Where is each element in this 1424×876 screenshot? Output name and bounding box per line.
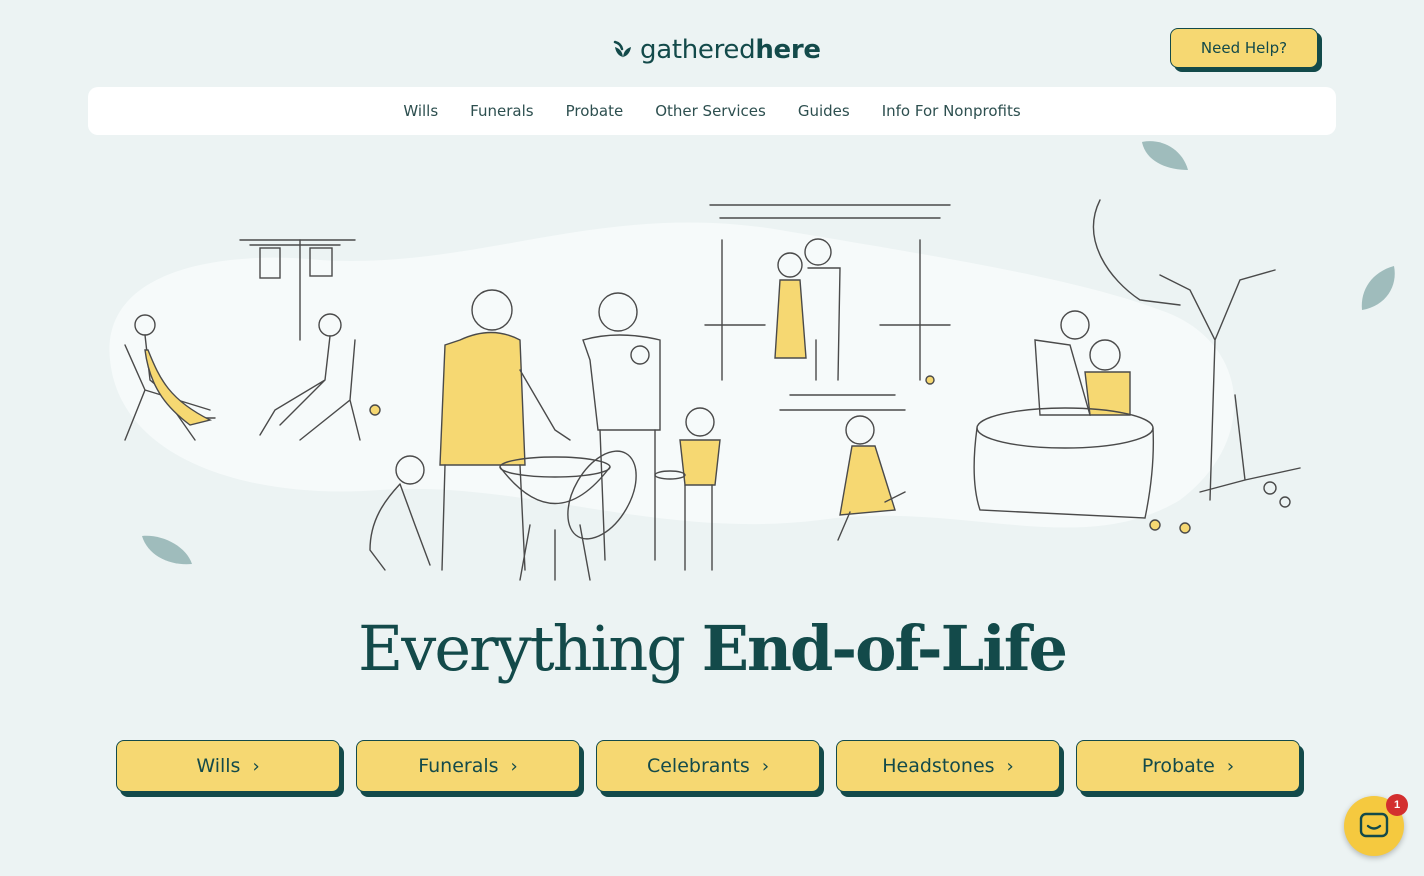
nav-item-probate[interactable]: Probate bbox=[566, 102, 624, 120]
service-buttons: Wills › Funerals › Celebrants › Headstones ›… bbox=[116, 740, 1300, 792]
cta-label: Probate bbox=[1141, 755, 1215, 777]
need-help-button[interactable]: Need Help? bbox=[1170, 28, 1318, 68]
cta-label: Celebrants bbox=[646, 755, 750, 777]
chevron-right-icon: › bbox=[252, 755, 260, 777]
site-logo[interactable]: gatheredhere bbox=[612, 34, 821, 66]
main-nav: Wills Funerals Probate Other Services Gu… bbox=[88, 87, 1336, 135]
title-regular: Everything bbox=[358, 612, 686, 685]
chevron-right-icon: › bbox=[1006, 755, 1014, 777]
logo-text: gatheredhere bbox=[640, 35, 821, 65]
nav-item-other-services[interactable]: Other Services bbox=[655, 102, 766, 120]
probate-button[interactable]: Probate › bbox=[1076, 740, 1300, 792]
title-bold: End-of-Life bbox=[701, 612, 1068, 685]
hero-illustration bbox=[109, 199, 1301, 581]
headstones-button[interactable]: Headstones › bbox=[836, 740, 1060, 792]
chevron-right-icon: › bbox=[761, 755, 770, 777]
nav-item-funerals[interactable]: Funerals bbox=[470, 102, 533, 120]
cta-label: Headstones bbox=[882, 755, 995, 777]
cta-label: Funerals bbox=[418, 755, 499, 777]
site-header: gatheredhere Need Help? bbox=[0, 0, 1424, 88]
logo-text-bold: here bbox=[755, 35, 821, 65]
leaf-sprout-icon bbox=[613, 40, 631, 59]
nav-item-guides[interactable]: Guides bbox=[798, 102, 850, 120]
nav-item-wills[interactable]: Wills bbox=[403, 102, 438, 120]
funerals-button[interactable]: Funerals › bbox=[356, 740, 580, 792]
chat-icon bbox=[1359, 812, 1389, 838]
logo-text-regular: gathered bbox=[640, 35, 756, 65]
chevron-right-icon: › bbox=[1226, 755, 1235, 777]
notification-badge: 1 bbox=[1386, 794, 1408, 816]
hero-background-blob bbox=[109, 222, 1235, 528]
page-title: Everything End-of-Life bbox=[0, 612, 1424, 685]
nav-item-info-for-nonprofits[interactable]: Info For Nonprofits bbox=[882, 102, 1021, 120]
celebrants-button[interactable]: Celebrants › bbox=[596, 740, 820, 792]
wills-button[interactable]: Wills › bbox=[116, 740, 340, 792]
cta-label: Wills bbox=[196, 755, 241, 777]
chevron-right-icon: › bbox=[510, 755, 518, 777]
